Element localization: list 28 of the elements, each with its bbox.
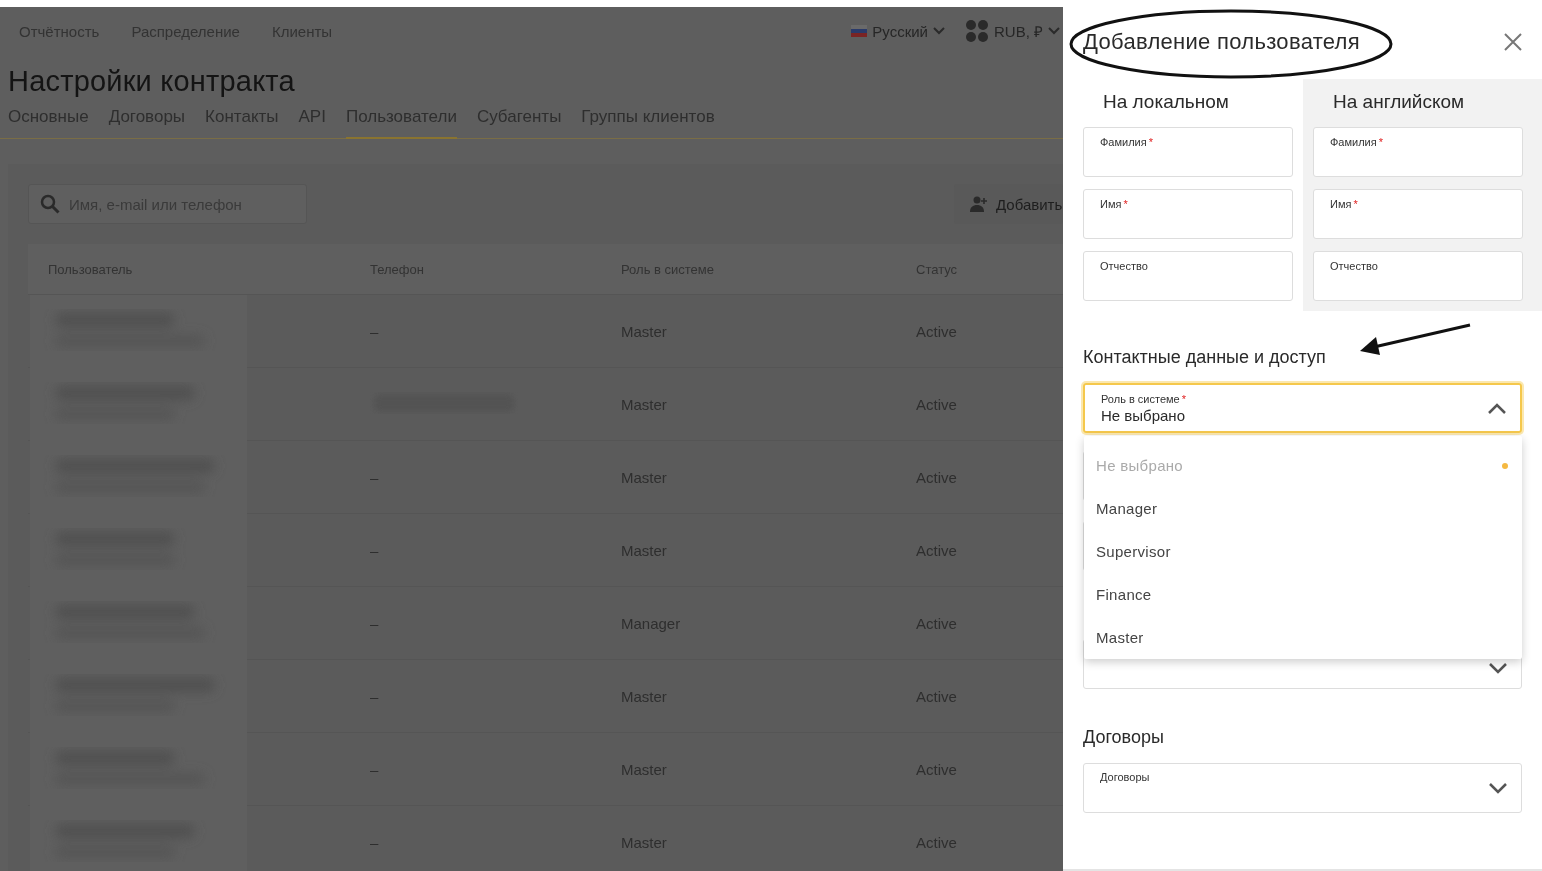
section-heading: Договоры (1083, 727, 1165, 748)
table-cell: – (370, 760, 379, 778)
section-heading: Контактные данные и доступ (1083, 347, 1327, 368)
language-selector[interactable]: Русский (851, 22, 945, 40)
input-field[interactable]: Отчество (1083, 251, 1293, 301)
role-select[interactable]: Роль в системе * Не выбрано (1083, 383, 1522, 433)
input-field[interactable]: Фамилия * (1313, 127, 1523, 177)
contracts-select[interactable]: Договоры (1083, 763, 1522, 813)
table-cell: – (370, 687, 379, 705)
dropdown-option[interactable]: Finance (1084, 573, 1522, 616)
page-title: Настройки контракта (8, 65, 296, 98)
dropdown-option[interactable]: Не выбрано (1084, 444, 1522, 487)
currency-selector[interactable]: RUB, ₽ (965, 19, 1060, 43)
column-heading: На английском (1332, 90, 1466, 114)
input-field[interactable]: Отчество (1313, 251, 1523, 301)
table-cell: – (370, 833, 379, 851)
table-cell: – (370, 614, 379, 632)
panel-title: Добавление пользователя (1083, 29, 1360, 55)
table-cell: – (370, 322, 379, 340)
table-cell: – (370, 541, 379, 559)
dropdown-option[interactable]: Manager (1084, 487, 1522, 530)
dropdown-option[interactable]: Master (1084, 616, 1522, 659)
input-field[interactable]: Имя * (1083, 189, 1293, 239)
input-field[interactable]: Фамилия * (1083, 127, 1293, 177)
input-field[interactable]: Имя * (1313, 189, 1523, 239)
dropdown-option[interactable]: Supervisor (1084, 530, 1522, 573)
column-heading: На локальном (1102, 90, 1230, 114)
table-cell: – (370, 468, 379, 486)
